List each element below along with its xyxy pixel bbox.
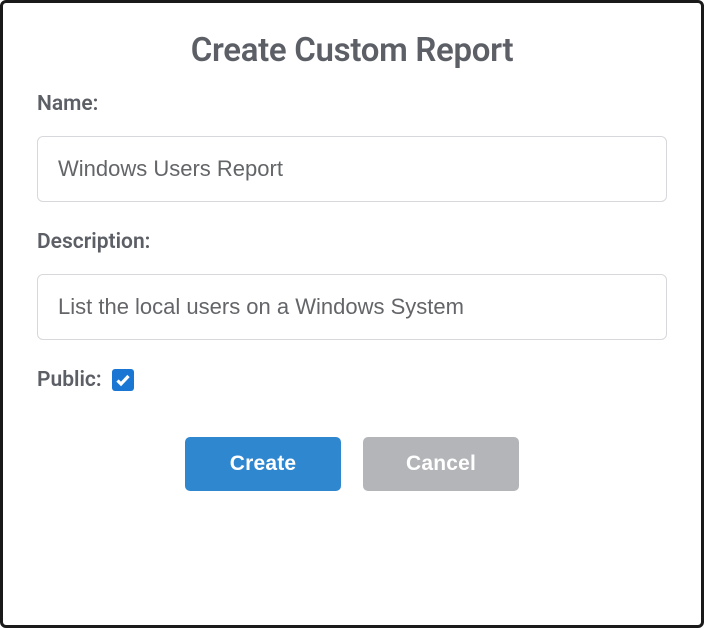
dialog-title: Create Custom Report bbox=[37, 31, 667, 70]
name-input[interactable] bbox=[37, 136, 667, 202]
description-label: Description: bbox=[37, 230, 667, 254]
description-field-group: Description: bbox=[37, 230, 667, 340]
create-custom-report-dialog: Create Custom Report Name: Description: … bbox=[0, 0, 704, 628]
create-button[interactable]: Create bbox=[185, 437, 341, 491]
name-label: Name: bbox=[37, 92, 667, 116]
check-icon bbox=[115, 372, 131, 388]
public-row: Public: bbox=[37, 368, 667, 392]
public-label: Public: bbox=[37, 368, 102, 392]
description-input[interactable] bbox=[37, 274, 667, 340]
button-row: Create Cancel bbox=[37, 437, 667, 491]
name-field-group: Name: bbox=[37, 92, 667, 202]
cancel-button[interactable]: Cancel bbox=[363, 437, 519, 491]
public-checkbox[interactable] bbox=[112, 369, 134, 391]
